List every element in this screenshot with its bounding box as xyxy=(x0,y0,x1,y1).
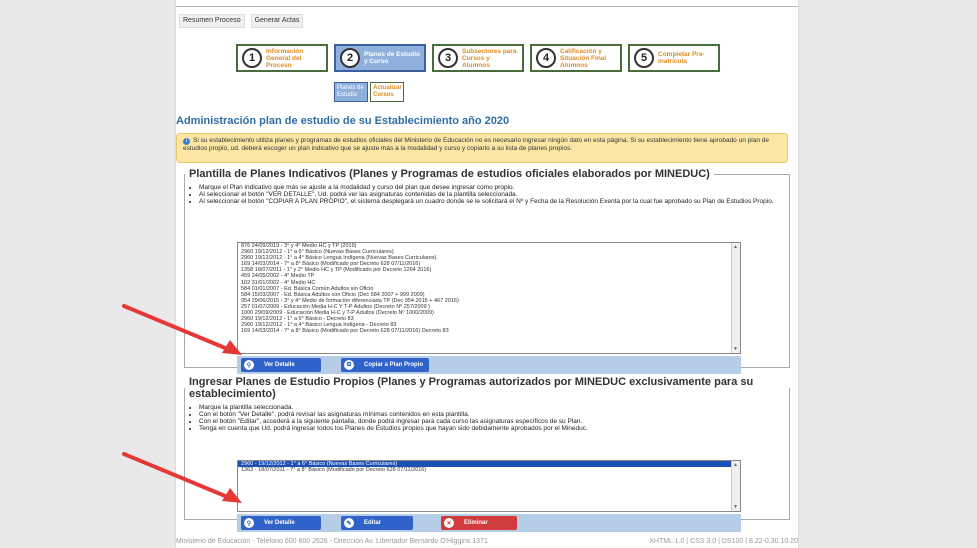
button-label: Ver Detalle xyxy=(264,520,295,526)
step-label: Subsectores para Cursos y Alumnos xyxy=(462,47,517,69)
scroll-up-icon[interactable]: ▲ xyxy=(733,244,738,250)
plantilla-button-bar: ⚲ Ver Detalle ⧉ Copiar a Plan Propio xyxy=(237,356,741,374)
list-item[interactable]: 169 14/03/2014 - 7° a 8° Básico (Modific… xyxy=(238,328,740,334)
step-number: 5 xyxy=(634,48,654,68)
search-icon: ⚲ xyxy=(244,518,254,528)
section-plantilla: Plantilla de Planes Indicativos (Planes … xyxy=(184,168,790,374)
step-number: 2 xyxy=(340,48,360,68)
step-number: 3 xyxy=(438,48,458,68)
step-2[interactable]: 2 Planes de Estudio y Curso xyxy=(334,44,426,72)
step-1[interactable]: 1 Información General del Proceso xyxy=(236,44,328,72)
delete-icon: ✕ xyxy=(444,518,454,528)
scroll-down-icon[interactable]: ▼ xyxy=(733,346,738,352)
subtab-planes-estudio[interactable]: Planes de Estudio xyxy=(334,82,368,102)
page-container: Resumen Proceso Generar Actas 1 Informac… xyxy=(175,0,799,548)
bullet: Al seleccionar el botón "COPIAR A PLAN P… xyxy=(199,198,789,205)
step-4[interactable]: 4 Calificación y Situación Final Alumnos xyxy=(530,44,622,72)
scroll-down-icon[interactable]: ▼ xyxy=(733,504,738,510)
top-nav: Resumen Proceso Generar Actas xyxy=(176,14,304,28)
step-number: 4 xyxy=(536,48,556,68)
section-plantilla-legend: Plantilla de Planes Indicativos (Planes … xyxy=(189,168,710,180)
footer-left: Ministerio de Educación - Teléfono 600 6… xyxy=(176,538,488,545)
bullet: Marque el Plan indicativo que más se aju… xyxy=(199,184,789,191)
plantilla-listbox[interactable]: 876 24/09/2019 - 3° y 4° Medio HC y TP (… xyxy=(237,242,741,354)
section-planes-propios: Ingresar Planes de Estudio Propios (Plan… xyxy=(184,376,790,532)
bullet: Con el botón "Editar", accederá a la sig… xyxy=(199,418,789,425)
info-box: i Si su establecimiento utiliza planes y … xyxy=(176,133,788,163)
step-3[interactable]: 3 Subsectores para Cursos y Alumnos xyxy=(432,44,524,72)
bullet: Tenga en cuenta que Ud. podrá ingresar t… xyxy=(199,425,789,432)
subtab-actualizar-cursos[interactable]: Actualizar Cursos xyxy=(370,82,404,102)
nav-generar-actas[interactable]: Generar Actas xyxy=(250,14,304,28)
button-label: Copiar a Plan Propio xyxy=(364,362,424,368)
footer: Ministerio de Educación - Teléfono 600 6… xyxy=(176,538,798,545)
edit-icon: ✎ xyxy=(344,518,354,528)
footer-right: XHTML 1.0 | CSS 3.0 | DS100 | 8.22-0.30.… xyxy=(649,538,798,545)
ver-detalle-button[interactable]: ⚲ Ver Detalle xyxy=(241,358,321,372)
editar-button[interactable]: ✎ Editar xyxy=(341,516,413,530)
scroll-up-icon[interactable]: ▲ xyxy=(733,462,738,468)
step-label: Planes de Estudio y Curso xyxy=(364,51,420,65)
search-icon: ⚲ xyxy=(244,360,254,370)
eliminar-button[interactable]: ✕ Eliminar xyxy=(441,516,517,530)
step-5[interactable]: 5 Completar Pre-matrícula xyxy=(628,44,720,72)
nav-resumen-proceso[interactable]: Resumen Proceso xyxy=(179,14,245,28)
top-bar xyxy=(176,0,798,7)
bullet: Con el botón "Ver Detalle", podrá revisa… xyxy=(199,411,789,418)
red-arrow-icon xyxy=(122,452,242,503)
listbox-scrollbar[interactable]: ▲ ▼ xyxy=(731,243,740,353)
copy-icon: ⧉ xyxy=(344,360,354,370)
info-icon: i xyxy=(183,138,190,145)
propios-button-bar: ⚲ Ver Detalle ✎ Editar ✕ Eliminar xyxy=(237,514,741,532)
info-text: Si su establecimiento utiliza planes y p… xyxy=(183,137,769,152)
bullet: Marque la plantilla seleccionada. xyxy=(199,404,789,411)
process-steps: 1 Información General del Proceso 2 Plan… xyxy=(236,44,720,72)
step-label: Información General del Proceso xyxy=(266,47,304,69)
sub-tabs: Planes de Estudio Actualizar Cursos xyxy=(334,82,404,102)
section-plantilla-bullets: Marque el Plan indicativo que más se aju… xyxy=(199,184,789,205)
red-arrow-icon xyxy=(122,304,242,355)
listbox-scrollbar[interactable]: ▲ ▼ xyxy=(731,461,740,511)
page-title: Administración plan de estudio de su Est… xyxy=(176,115,510,127)
ver-detalle-propio-button[interactable]: ⚲ Ver Detalle xyxy=(241,516,321,530)
step-label: Completar Pre-matrícula xyxy=(658,51,705,65)
step-number: 1 xyxy=(242,48,262,68)
list-item[interactable]: 1363 - 18/07/2011 - 7° a 8° Básico (Modi… xyxy=(238,467,740,473)
section-planes-propios-bullets: Marque la plantilla seleccionada. Con el… xyxy=(199,404,789,432)
button-label: Ver Detalle xyxy=(264,362,295,368)
step-label: Calificación y Situación Final Alumnos xyxy=(560,47,607,69)
section-planes-propios-legend: Ingresar Planes de Estudio Propios (Plan… xyxy=(189,376,754,400)
planes-propios-listbox[interactable]: 2960 - 19/12/2012 - 1° a 6° Básico (Nuev… xyxy=(237,460,741,512)
bullet: Al seleccionar el botón "VER DETALLE", U… xyxy=(199,191,789,198)
button-label: Editar xyxy=(364,520,382,526)
button-label: Eliminar xyxy=(464,520,488,526)
copiar-plan-propio-button[interactable]: ⧉ Copiar a Plan Propio xyxy=(341,358,429,372)
